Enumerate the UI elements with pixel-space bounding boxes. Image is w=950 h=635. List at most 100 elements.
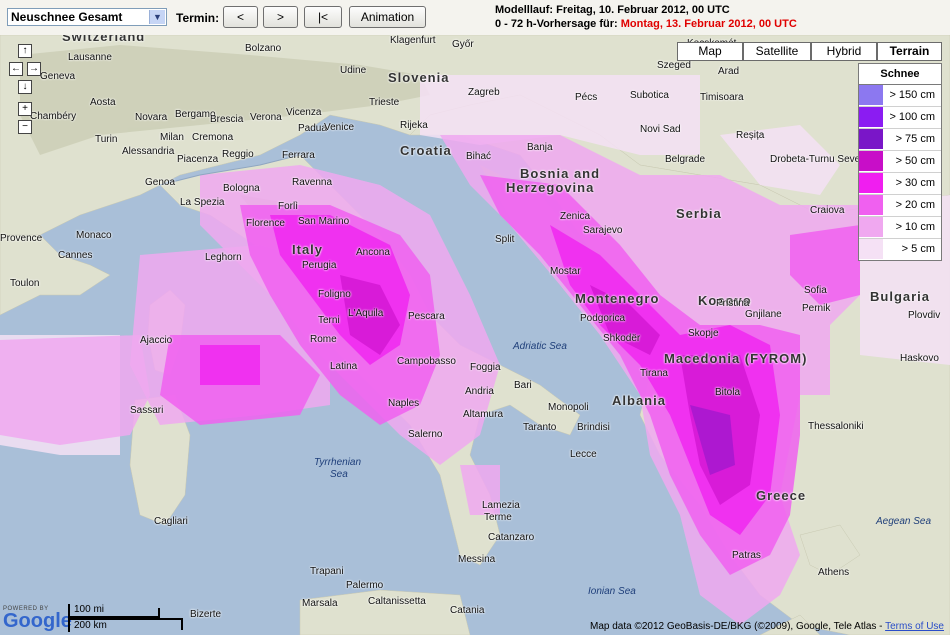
city-label: Marsala xyxy=(302,598,338,609)
google-logo[interactable]: POWERED BY Google xyxy=(3,606,72,632)
product-select[interactable]: Neuschnee Gesamt ▼ xyxy=(7,8,167,26)
legend-label: > 10 cm xyxy=(895,221,935,233)
maptype-satellite-button[interactable]: Satellite xyxy=(743,42,811,61)
map-attribution: Map data ©2012 GeoBasis-DE/BKG (©2009), … xyxy=(590,621,944,632)
city-label: Podgorica xyxy=(580,313,626,324)
city-label: Rijeka xyxy=(400,120,428,131)
maptype-terrain-button[interactable]: Terrain xyxy=(877,42,942,61)
country-label-croatia: Croatia xyxy=(400,143,452,158)
legend-title: Schnee xyxy=(859,64,941,85)
forecast-date: Montag, 13. Februar 2012, 00 UTC xyxy=(620,18,797,30)
first-button[interactable]: |< xyxy=(304,6,342,28)
prev-button[interactable]: < xyxy=(223,6,258,28)
city-label: Messina xyxy=(458,554,496,565)
city-label: Szeged xyxy=(657,60,691,71)
legend-swatch xyxy=(859,217,883,237)
map-view[interactable]: Switzerland Slovenia Croatia Bosnia and … xyxy=(0,35,950,635)
legend-swatch xyxy=(859,239,883,259)
city-label: Novara xyxy=(135,112,168,123)
city-label: Thessaloniki xyxy=(808,421,864,432)
map-scale: 100 mi 200 km xyxy=(68,604,183,632)
city-label: Sassari xyxy=(130,405,164,416)
city-label: Ravenna xyxy=(292,177,333,188)
city-label: San Marino xyxy=(298,216,350,227)
city-label: Haskovo xyxy=(900,353,939,364)
city-label: Novi Sad xyxy=(640,124,681,135)
city-label: Cannes xyxy=(58,250,93,261)
city-label: Taranto xyxy=(523,422,557,433)
city-label: Craiova xyxy=(810,205,845,216)
city-label: Caltanissetta xyxy=(368,596,426,607)
legend-label: > 5 cm xyxy=(901,243,935,255)
city-label: Pécs xyxy=(575,92,598,103)
legend-label: > 75 cm xyxy=(895,133,935,145)
city-label: Geneva xyxy=(40,71,76,82)
city-label: Trapani xyxy=(310,566,344,577)
google-wordmark: Google xyxy=(3,610,72,632)
city-label: Tirana xyxy=(640,368,668,379)
city-label: Foligno xyxy=(318,289,351,300)
sea-label-tyrrhenian-2: Sea xyxy=(330,469,348,480)
legend-row: > 30 cm xyxy=(859,173,941,195)
country-label-bulgaria: Bulgaria xyxy=(870,289,931,304)
zoom-in-icon[interactable]: + xyxy=(18,102,32,116)
pan-right-icon[interactable]: → xyxy=(27,62,41,76)
city-label: Cremona xyxy=(192,132,234,143)
country-label-macedonia: Macedonia (FYROM) xyxy=(664,351,808,366)
city-label: Drobeta-Turnu Severin xyxy=(770,154,872,165)
city-label: Udine xyxy=(340,65,367,76)
city-label: Bihać xyxy=(466,151,492,162)
maptype-hybrid-button[interactable]: Hybrid xyxy=(811,42,877,61)
maptype-map-button[interactable]: Map xyxy=(677,42,743,61)
country-label-bosnia: Bosnia and xyxy=(520,166,601,181)
city-label: Plovdiv xyxy=(908,310,941,321)
city-label: Piacenza xyxy=(177,154,219,165)
legend-swatch xyxy=(859,107,883,127)
city-label: Chambéry xyxy=(30,111,77,122)
pan-left-icon[interactable]: ← xyxy=(9,62,23,76)
city-label: Ferrara xyxy=(282,150,315,161)
city-label: Forlì xyxy=(278,201,298,212)
city-label: Reșița xyxy=(736,130,765,141)
country-label-herzegovina: Herzegovina xyxy=(506,180,595,195)
city-label: Latina xyxy=(330,361,358,372)
legend-swatch xyxy=(859,129,883,149)
city-label: Mostar xyxy=(550,266,581,277)
country-label-serbia: Serbia xyxy=(676,206,722,221)
legend-label: > 100 cm xyxy=(889,111,935,123)
city-label: Bitola xyxy=(715,387,741,398)
city-label: Klagenfurt xyxy=(390,35,436,46)
next-button[interactable]: > xyxy=(263,6,298,28)
city-label: Skopje xyxy=(688,328,719,339)
copyright-text: Map data ©2012 GeoBasis-DE/BKG (©2009), … xyxy=(590,621,886,632)
city-label: Aosta xyxy=(90,97,116,108)
city-label: Bari xyxy=(514,380,532,391)
city-label: Sofia xyxy=(804,285,827,296)
city-label: Salerno xyxy=(408,429,443,440)
legend-row: > 75 cm xyxy=(859,129,941,151)
city-label: Trieste xyxy=(369,97,400,108)
chevron-down-icon[interactable]: ▼ xyxy=(149,10,165,24)
pan-down-icon[interactable]: ↓ xyxy=(18,80,32,94)
city-label: Ajaccio xyxy=(140,335,173,346)
scale-mi-label: 100 mi xyxy=(74,604,105,615)
forecast-info: 0 - 72 h-Vorhersage für: Montag, 13. Feb… xyxy=(495,18,797,30)
city-label: Sarajevo xyxy=(583,225,623,236)
legend-swatch xyxy=(859,151,883,171)
city-label: Banja xyxy=(527,142,553,153)
pan-up-icon[interactable]: ↑ xyxy=(18,44,32,58)
city-label: Belgrade xyxy=(665,154,706,165)
city-label: Perugia xyxy=(302,260,337,271)
city-label: Foggia xyxy=(470,362,501,373)
legend-swatch xyxy=(859,195,883,215)
terms-of-use-link[interactable]: Terms of Use xyxy=(885,621,944,632)
city-label: Padua xyxy=(298,123,327,134)
legend-row: > 100 cm xyxy=(859,107,941,129)
zoom-out-icon[interactable]: − xyxy=(18,120,32,134)
city-label: Lecce xyxy=(570,449,597,460)
city-label: Timisoara xyxy=(700,92,744,103)
city-label: Shkodër xyxy=(603,333,641,344)
animation-button[interactable]: Animation xyxy=(349,6,426,28)
google-wordmark-text: Google xyxy=(3,610,72,632)
city-label: Turin xyxy=(95,134,118,145)
